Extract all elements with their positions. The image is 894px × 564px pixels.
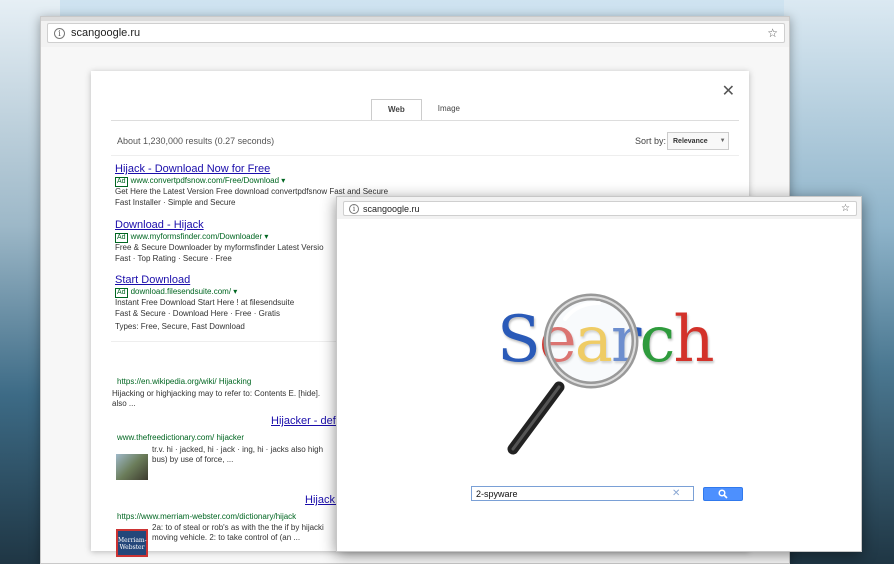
tab-strip bbox=[41, 17, 789, 21]
ad-badge: Ad bbox=[115, 177, 128, 187]
magnifying-glass-icon bbox=[507, 293, 639, 455]
ad-url[interactable]: www.myformsfinder.com/Downloader ▾ bbox=[131, 232, 269, 241]
result-title-link[interactable]: Hijacker - defi bbox=[271, 415, 338, 427]
info-icon[interactable]: i bbox=[349, 203, 359, 214]
divider bbox=[111, 155, 739, 156]
organic-result-snippet: tr.v. hi · jacked, hi · jack · ing, hi ·… bbox=[152, 445, 342, 465]
search-icon bbox=[718, 489, 728, 499]
address-bar[interactable]: i scangoogle.ru ☆ bbox=[343, 201, 857, 216]
address-bar[interactable]: i scangoogle.ru ☆ bbox=[47, 23, 785, 43]
organic-result: https://en.wikipedia.org/wiki/ Hijacking bbox=[117, 377, 251, 387]
sort-value: Relevance bbox=[673, 137, 708, 145]
result-url: https://www.merriam-webster.com/dictiona… bbox=[117, 512, 296, 522]
divider bbox=[111, 120, 739, 121]
front-browser-window: i scangoogle.ru ☆ Search ✕ bbox=[336, 196, 862, 552]
result-url[interactable]: https://www.merriam-webster.com/dictiona… bbox=[117, 512, 296, 522]
sort-label: Sort by: bbox=[635, 136, 667, 146]
result-thumbnail bbox=[116, 454, 148, 480]
tab-image[interactable]: Image bbox=[422, 99, 476, 121]
address-text[interactable]: scangoogle.ru bbox=[71, 27, 767, 39]
result-description: Hijacking or highjacking may to refer to… bbox=[112, 389, 321, 398]
result-url: www.thefreedictionary.com/ hijacker bbox=[117, 433, 244, 443]
tab-web[interactable]: Web bbox=[371, 99, 422, 121]
divider bbox=[111, 341, 341, 342]
ad-url[interactable]: www.convertpdfsnow.com/Free/Download ▾ bbox=[131, 176, 286, 185]
merriam-webster-logo: Merriam-Webster bbox=[116, 529, 148, 557]
result-description: bus) by use of force, ... bbox=[152, 455, 234, 464]
logo-text: Merriam-Webster bbox=[118, 537, 147, 551]
results-tabs: Web Image bbox=[371, 99, 476, 121]
close-icon[interactable]: ✕ bbox=[722, 81, 735, 101]
page-viewport: Search ✕ bbox=[337, 219, 861, 551]
organic-result-snippet: 2a: to of steal or rob's as with the the… bbox=[152, 523, 342, 543]
bookmark-star-icon[interactable]: ☆ bbox=[767, 26, 778, 40]
ad-url[interactable]: download.filesendsuite.com/ ▾ bbox=[131, 287, 238, 296]
result-description: 2a: to of steal or rob's as with the the… bbox=[152, 523, 324, 532]
search-input[interactable] bbox=[472, 488, 672, 499]
organic-result-snippet: Hijacking or highjacking may to refer to… bbox=[112, 389, 342, 409]
chevron-down-icon: ▼ bbox=[719, 138, 726, 144]
search-field[interactable]: ✕ bbox=[471, 486, 694, 501]
info-icon[interactable]: i bbox=[54, 27, 65, 39]
bookmark-star-icon[interactable]: ☆ bbox=[841, 203, 850, 214]
ad-title-link[interactable]: Hijack - Download Now for Free bbox=[115, 163, 515, 176]
result-url[interactable]: www.thefreedictionary.com/ hijacker bbox=[117, 433, 244, 443]
result-description: tr.v. hi · jacked, hi · jack · ing, hi ·… bbox=[152, 445, 324, 454]
ad-badge: Ad bbox=[115, 288, 128, 298]
result-description: also ... bbox=[112, 399, 136, 408]
result-url[interactable]: https://en.wikipedia.org/wiki/ Hijacking bbox=[117, 377, 251, 387]
address-text[interactable]: scangoogle.ru bbox=[363, 204, 841, 214]
ad-badge: Ad bbox=[115, 233, 128, 243]
search-button[interactable] bbox=[703, 487, 743, 501]
results-count: About 1,230,000 results (0.27 seconds) bbox=[117, 136, 275, 146]
sort-dropdown[interactable]: Relevance ▼ bbox=[667, 132, 729, 150]
result-description: moving vehicle. 2: to take control of (a… bbox=[152, 533, 301, 542]
logo-letter: h bbox=[673, 303, 714, 377]
clear-icon[interactable]: ✕ bbox=[672, 488, 680, 499]
